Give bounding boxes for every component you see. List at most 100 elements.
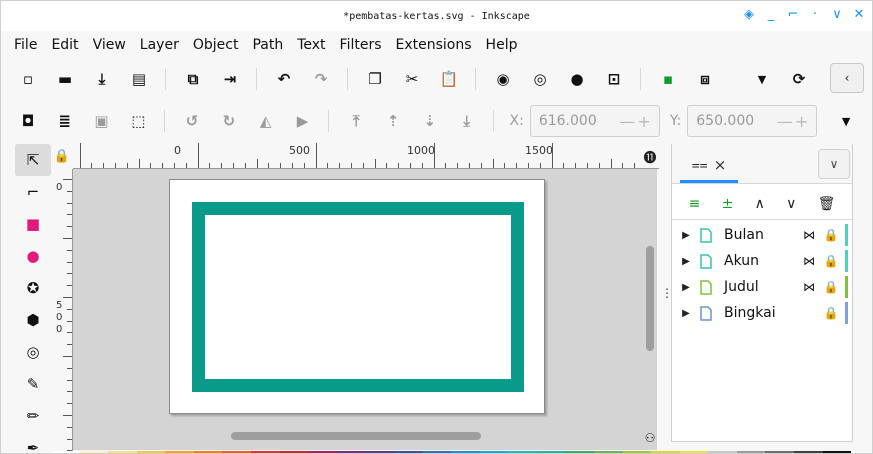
menu-text[interactable]: Text [297,37,325,53]
3d-box-tool-icon[interactable]: ⬢ [15,304,51,336]
rotate-ccw-icon[interactable]: ↺ [181,110,203,132]
print-icon[interactable]: ▤ [128,68,150,90]
eye-closed-icon[interactable]: ⋈ [799,228,819,242]
expand-arrow-icon[interactable]: ▶ [678,282,694,293]
y-stepper[interactable]: —+ [777,112,810,131]
eye-closed-icon[interactable]: ⋈ [799,280,819,294]
flip-horizontal-icon[interactable]: ◭ [255,110,277,132]
panel-menu-chevron-icon[interactable]: ∨ [818,149,850,179]
zoom-correction-icon[interactable]: ⓫ [641,144,659,169]
vertical-ruler[interactable]: 0 5 0 0 [51,169,73,453]
spiral-tool-icon[interactable]: ◎ [15,336,51,368]
expand-arrow-icon[interactable]: ▶ [678,256,694,267]
expand-arrow-icon[interactable]: ▶ [678,308,694,319]
deselect-icon[interactable]: ▣ [91,110,113,132]
minimize-icon[interactable]: _ [764,7,778,22]
vertical-scrollbar[interactable] [646,246,654,351]
lock-icon[interactable]: 🔒 [823,280,839,294]
maximize-icon[interactable]: ⌐ [786,7,800,22]
eye-closed-icon[interactable]: ⋈ [799,254,819,268]
horizontal-ruler[interactable]: 0 500 1000 1500 [73,143,659,169]
ellipse-tool-icon[interactable]: ● [15,240,51,272]
lock-icon[interactable]: 🔒 [823,228,839,242]
menu-object[interactable]: Object [193,37,239,53]
star-tool-icon[interactable]: ✪ [15,272,51,304]
cut-icon[interactable]: ✂ [401,68,423,90]
clone-icon[interactable]: ⧈ [694,68,716,90]
expand-arrow-icon[interactable]: ▶ [678,230,694,241]
menu-file[interactable]: File [14,37,37,53]
menu-help[interactable]: Help [486,37,518,53]
import-icon[interactable]: ⧉ [182,68,204,90]
zoom-center-icon[interactable]: ⊡ [603,68,625,90]
layer-row[interactable]: ▶ Bulan ⋈ 🔒 [676,222,850,248]
dropdown-icon[interactable]: ▼ [751,68,773,90]
paste-icon[interactable]: 📋 [438,68,460,90]
export-icon[interactable]: ⇥ [219,68,241,90]
rectangle-tool-icon[interactable]: ■ [15,208,51,240]
menu-filters[interactable]: Filters [340,37,382,53]
select-all-icon[interactable]: ◘ [17,110,39,132]
layer-name[interactable]: Bingkai [724,305,799,321]
layer-row[interactable]: ▶ Judul ⋈ 🔒 [676,274,850,300]
pen-tool-icon[interactable]: ✎ [15,368,51,400]
x-stepper[interactable]: —+ [619,112,652,131]
menu-layer[interactable]: Layer [140,37,179,53]
selector-tool-icon[interactable]: ⇱ [15,144,51,176]
delete-layer-icon[interactable]: 🗑 [818,196,836,212]
guide-lock-icon[interactable]: 🔒 [51,144,73,169]
rotate-cw-icon[interactable]: ↻ [218,110,240,132]
menu-path[interactable]: Path [252,37,283,53]
x-input[interactable]: 616.000 —+ [529,105,660,137]
more-options-dropdown-icon[interactable]: ▼ [835,110,857,132]
raise-layer-icon[interactable]: ∧ [755,196,765,212]
drawing-canvas[interactable] [73,169,657,450]
menu-view[interactable]: View [93,37,126,53]
window-sticky-icon[interactable]: ◈ [742,7,756,22]
add-layer-icon[interactable]: ≡ [689,196,701,212]
new-document-icon[interactable]: ▫ [17,68,39,90]
menu-edit[interactable]: Edit [51,37,78,53]
undo-icon[interactable]: ↶ [273,68,295,90]
zoom-selection-icon[interactable]: ◉ [492,68,514,90]
window-menu-dot-icon[interactable]: · [808,7,822,22]
open-icon[interactable]: ▬ [54,68,76,90]
add-sublayer-icon[interactable]: ± [722,196,734,212]
document-page[interactable] [169,179,545,414]
select-all-layers-icon[interactable]: ≣ [54,110,76,132]
pencil-tool-icon[interactable]: ✏ [15,400,51,432]
nav-back-button[interactable]: ‹ [830,63,864,93]
page-border-frame[interactable] [192,202,524,392]
select-same-icon[interactable]: ⬚ [127,110,149,132]
raise-icon[interactable]: ⇡ [382,110,404,132]
node-tool-icon[interactable]: ⌐ [15,176,51,208]
layer-row[interactable]: ▶ Bingkai 🔒 [676,300,850,326]
y-input[interactable]: 650.000 —+ [687,105,818,137]
close-tab-icon[interactable]: × [714,156,727,174]
lower-icon[interactable]: ⇣ [419,110,441,132]
redo-icon[interactable]: ↷ [310,68,332,90]
layer-name[interactable]: Judul [724,279,799,295]
zoom-drawing-icon[interactable]: ◎ [529,68,551,90]
calligraphy-tool-icon[interactable]: ✒ [15,432,51,453]
duplicate-icon[interactable]: ▪ [657,68,679,90]
horizontal-scrollbar[interactable] [231,432,481,440]
raise-top-icon[interactable]: ⤒ [345,110,367,132]
lower-layer-icon[interactable]: ∨ [786,196,796,212]
layer-name[interactable]: Bulan [724,227,799,243]
group-icon[interactable]: ⟳ [788,68,810,90]
zoom-page-icon[interactable]: ● [566,68,588,90]
layer-name[interactable]: Akun [724,253,799,269]
shade-icon[interactable]: ∨ [830,7,844,22]
layer-row[interactable]: ▶ Akun ⋈ 🔒 [676,248,850,274]
lower-bottom-icon[interactable]: ⤓ [456,110,478,132]
tab-layers[interactable]: ⩵ × [680,149,738,183]
copy-icon[interactable]: ❐ [364,68,386,90]
flip-vertical-icon[interactable]: ▶ [292,110,314,132]
display-mode-icon[interactable]: ⚇ [641,429,659,447]
lock-icon[interactable]: 🔒 [823,254,839,268]
menu-extensions[interactable]: Extensions [396,37,472,53]
save-icon[interactable]: ⤓ [91,68,113,90]
lock-icon[interactable]: 🔒 [823,306,839,320]
close-icon[interactable]: ✕ [852,7,866,22]
